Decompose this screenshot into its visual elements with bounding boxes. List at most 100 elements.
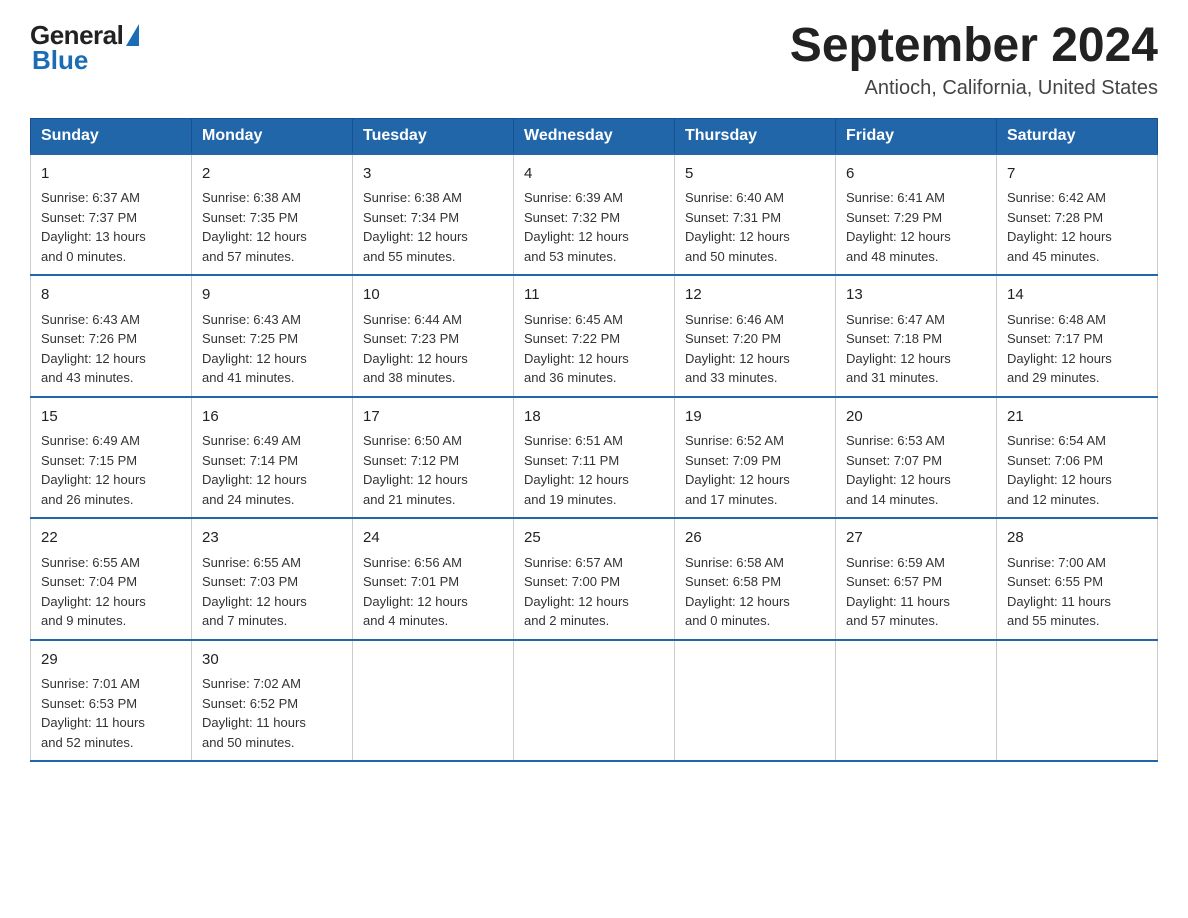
day-number: 30 <box>202 649 342 672</box>
calendar-header-friday: Friday <box>836 118 997 154</box>
calendar-cell: 13 Sunrise: 6:47 AMSunset: 7:18 PMDayligh… <box>836 275 997 397</box>
day-info: Sunrise: 6:57 AMSunset: 7:00 PMDaylight:… <box>524 553 664 631</box>
day-info: Sunrise: 6:49 AMSunset: 7:14 PMDaylight:… <box>202 431 342 509</box>
day-number: 4 <box>524 163 664 186</box>
calendar-cell: 25 Sunrise: 6:57 AMSunset: 7:00 PMDayligh… <box>514 518 675 640</box>
logo-triangle-icon <box>126 24 139 46</box>
day-number: 5 <box>685 163 825 186</box>
day-info: Sunrise: 6:59 AMSunset: 6:57 PMDaylight:… <box>846 553 986 631</box>
calendar-cell <box>353 640 514 762</box>
calendar-table: SundayMondayTuesdayWednesdayThursdayFrid… <box>30 118 1158 763</box>
calendar-cell: 14Sunrise: 6:48 AMSunset: 7:17 PMDayligh… <box>997 275 1158 397</box>
day-number: 16 <box>202 406 342 429</box>
calendar-cell: 19Sunrise: 6:52 AMSunset: 7:09 PMDayligh… <box>675 397 836 519</box>
calendar-cell: 5Sunrise: 6:40 AMSunset: 7:31 PMDaylight… <box>675 154 836 276</box>
calendar-cell: 9Sunrise: 6:43 AMSunset: 7:25 PMDaylight… <box>192 275 353 397</box>
day-number: 19 <box>685 406 825 429</box>
day-number: 26 <box>685 527 825 550</box>
calendar-cell: 3Sunrise: 6:38 AMSunset: 7:34 PMDaylight… <box>353 154 514 276</box>
location-title: Antioch, California, United States <box>790 77 1158 100</box>
calendar-cell: 10 Sunrise: 6:44 AMSunset: 7:23 PMDayligh… <box>353 275 514 397</box>
day-info: Sunrise: 6:50 AMSunset: 7:12 PMDaylight:… <box>363 431 503 509</box>
calendar-cell: 1Sunrise: 6:37 AMSunset: 7:37 PMDaylight… <box>31 154 192 276</box>
calendar-cell: 29Sunrise: 7:01 AMSunset: 6:53 PMDayligh… <box>31 640 192 762</box>
day-info: Sunrise: 6:53 AMSunset: 7:07 PMDaylight:… <box>846 431 986 509</box>
day-number: 6 <box>846 163 986 186</box>
day-info: Sunrise: 6:43 AMSunset: 7:26 PMDaylight:… <box>41 310 181 388</box>
calendar-header-row: SundayMondayTuesdayWednesdayThursdayFrid… <box>31 118 1158 154</box>
day-number: 23 <box>202 527 342 550</box>
calendar-week-row-4: 22 Sunrise: 6:55 AMSunset: 7:04 PMDayligh… <box>31 518 1158 640</box>
day-number: 3 <box>363 163 503 186</box>
day-info: Sunrise: 7:00 AMSunset: 6:55 PMDaylight:… <box>1007 553 1147 631</box>
calendar-cell <box>514 640 675 762</box>
calendar-cell: 27Sunrise: 6:59 AMSunset: 6:57 PMDayligh… <box>836 518 997 640</box>
day-info: Sunrise: 7:01 AMSunset: 6:53 PMDaylight:… <box>41 674 181 752</box>
day-info: Sunrise: 6:55 AMSunset: 7:03 PMDaylight:… <box>202 553 342 631</box>
calendar-cell: 20Sunrise: 6:53 AMSunset: 7:07 PMDayligh… <box>836 397 997 519</box>
calendar-cell: 30Sunrise: 7:02 AMSunset: 6:52 PMDayligh… <box>192 640 353 762</box>
day-info: Sunrise: 6:52 AMSunset: 7:09 PMDaylight:… <box>685 431 825 509</box>
day-info: Sunrise: 6:40 AMSunset: 7:31 PMDaylight:… <box>685 188 825 266</box>
title-section: September 2024 Antioch, California, Unit… <box>790 20 1158 100</box>
day-number: 13 <box>846 284 986 307</box>
day-info: Sunrise: 6:47 AMSunset: 7:18 PMDaylight:… <box>846 310 986 388</box>
calendar-cell: 7Sunrise: 6:42 AMSunset: 7:28 PMDaylight… <box>997 154 1158 276</box>
day-number: 18 <box>524 406 664 429</box>
calendar-cell: 6Sunrise: 6:41 AMSunset: 7:29 PMDaylight… <box>836 154 997 276</box>
day-number: 15 <box>41 406 181 429</box>
logo-blue-text: Blue <box>30 45 88 76</box>
calendar-cell: 28 Sunrise: 7:00 AMSunset: 6:55 PMDayligh… <box>997 518 1158 640</box>
day-info: Sunrise: 6:56 AMSunset: 7:01 PMDaylight:… <box>363 553 503 631</box>
calendar-header-sunday: Sunday <box>31 118 192 154</box>
day-number: 1 <box>41 163 181 186</box>
day-info: Sunrise: 6:49 AMSunset: 7:15 PMDaylight:… <box>41 431 181 509</box>
day-number: 24 <box>363 527 503 550</box>
day-number: 10 <box>363 284 503 307</box>
calendar-header-thursday: Thursday <box>675 118 836 154</box>
calendar-week-row-5: 29Sunrise: 7:01 AMSunset: 6:53 PMDayligh… <box>31 640 1158 762</box>
calendar-cell <box>836 640 997 762</box>
calendar-cell: 11 Sunrise: 6:45 AMSunset: 7:22 PMDayligh… <box>514 275 675 397</box>
day-info: Sunrise: 6:55 AMSunset: 7:04 PMDaylight:… <box>41 553 181 631</box>
calendar-week-row-1: 1Sunrise: 6:37 AMSunset: 7:37 PMDaylight… <box>31 154 1158 276</box>
calendar-cell <box>675 640 836 762</box>
calendar-cell: 4Sunrise: 6:39 AMSunset: 7:32 PMDaylight… <box>514 154 675 276</box>
day-number: 22 <box>41 527 181 550</box>
day-info: Sunrise: 6:38 AMSunset: 7:35 PMDaylight:… <box>202 188 342 266</box>
day-info: Sunrise: 6:58 AMSunset: 6:58 PMDaylight:… <box>685 553 825 631</box>
day-info: Sunrise: 6:48 AMSunset: 7:17 PMDaylight:… <box>1007 310 1147 388</box>
day-info: Sunrise: 7:02 AMSunset: 6:52 PMDaylight:… <box>202 674 342 752</box>
day-number: 8 <box>41 284 181 307</box>
day-info: Sunrise: 6:38 AMSunset: 7:34 PMDaylight:… <box>363 188 503 266</box>
logo: General Blue <box>30 20 139 76</box>
calendar-cell: 16Sunrise: 6:49 AMSunset: 7:14 PMDayligh… <box>192 397 353 519</box>
day-info: Sunrise: 6:37 AMSunset: 7:37 PMDaylight:… <box>41 188 181 266</box>
day-number: 25 <box>524 527 664 550</box>
day-info: Sunrise: 6:44 AMSunset: 7:23 PMDaylight:… <box>363 310 503 388</box>
day-number: 9 <box>202 284 342 307</box>
day-number: 7 <box>1007 163 1147 186</box>
calendar-cell: 23 Sunrise: 6:55 AMSunset: 7:03 PMDayligh… <box>192 518 353 640</box>
calendar-cell: 24 Sunrise: 6:56 AMSunset: 7:01 PMDayligh… <box>353 518 514 640</box>
calendar-cell: 22 Sunrise: 6:55 AMSunset: 7:04 PMDayligh… <box>31 518 192 640</box>
page-header: General Blue September 2024 Antioch, Cal… <box>30 20 1158 100</box>
day-number: 11 <box>524 284 664 307</box>
day-number: 20 <box>846 406 986 429</box>
calendar-week-row-2: 8 Sunrise: 6:43 AMSunset: 7:26 PMDaylight… <box>31 275 1158 397</box>
calendar-cell: 12Sunrise: 6:46 AMSunset: 7:20 PMDayligh… <box>675 275 836 397</box>
day-number: 2 <box>202 163 342 186</box>
calendar-cell: 8 Sunrise: 6:43 AMSunset: 7:26 PMDaylight… <box>31 275 192 397</box>
calendar-header-wednesday: Wednesday <box>514 118 675 154</box>
calendar-week-row-3: 15Sunrise: 6:49 AMSunset: 7:15 PMDayligh… <box>31 397 1158 519</box>
calendar-cell: 26 Sunrise: 6:58 AMSunset: 6:58 PMDayligh… <box>675 518 836 640</box>
calendar-cell: 17Sunrise: 6:50 AMSunset: 7:12 PMDayligh… <box>353 397 514 519</box>
day-info: Sunrise: 6:54 AMSunset: 7:06 PMDaylight:… <box>1007 431 1147 509</box>
day-info: Sunrise: 6:45 AMSunset: 7:22 PMDaylight:… <box>524 310 664 388</box>
day-number: 28 <box>1007 527 1147 550</box>
calendar-cell: 21Sunrise: 6:54 AMSunset: 7:06 PMDayligh… <box>997 397 1158 519</box>
day-number: 29 <box>41 649 181 672</box>
day-info: Sunrise: 6:39 AMSunset: 7:32 PMDaylight:… <box>524 188 664 266</box>
day-number: 21 <box>1007 406 1147 429</box>
day-info: Sunrise: 6:42 AMSunset: 7:28 PMDaylight:… <box>1007 188 1147 266</box>
